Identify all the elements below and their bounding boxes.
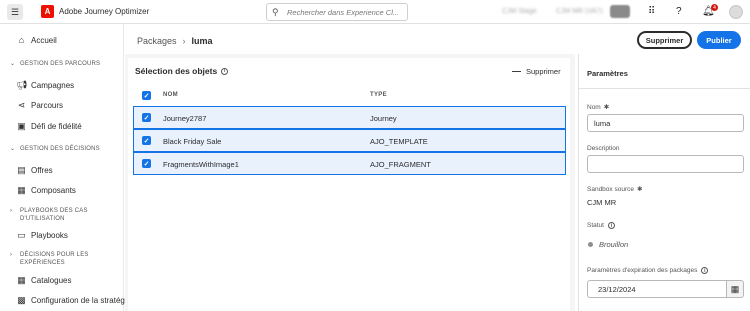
row-type: AJO_FRAGMENT [370,160,431,169]
sidebar-item-label: Accueil [31,35,57,45]
journey-icon: ⋖ [17,100,26,110]
chevron-down-icon: ⌄ [10,61,16,67]
description-label: Description [587,145,620,152]
status-value: Brouillon [599,240,629,249]
table-row[interactable]: ✓ FragmentsWithImage1 AJO_FRAGMENT [133,152,566,175]
search-box[interactable]: ⚲ [266,3,408,21]
breadcrumb-current: luma [191,36,213,46]
selection-title: Sélection des objets i [135,66,229,76]
sandbox-badge [610,5,630,18]
publish-button[interactable]: Publier [697,31,741,49]
status-label: Statut i [587,222,615,229]
panel-divider [578,88,750,89]
sidebar-item-playbooks[interactable]: ▭ Playbooks [16,230,68,241]
search-input[interactable] [287,6,405,18]
sidebar-item-loyalty[interactable]: ▣ Défi de fidélité [16,121,81,132]
name-label: Nom ✱ [587,103,610,112]
remove-selection-button[interactable]: — Supprimer [512,66,561,76]
sandbox-label: Sandbox source ✱ [587,185,643,194]
row-name: FragmentsWithImage1 [163,160,239,169]
description-field[interactable] [587,155,744,173]
sidebar-item-offers[interactable]: ▤ Offres [16,165,52,176]
expiry-date-field[interactable] [587,280,727,298]
breadcrumb: Packages › luma [137,36,213,46]
home-icon: ⌂ [18,35,25,45]
delete-button[interactable]: Supprimer [637,31,692,49]
row-name: Black Friday Sale [163,137,222,146]
offers-icon: ▤ [17,165,26,175]
row-name: Journey2787 [163,114,207,123]
required-icon: ✱ [636,186,643,193]
table-header: ✓ NOM TYPE [133,88,566,103]
column-header-name[interactable]: NOM [163,92,178,98]
select-all-checkbox[interactable]: ✓ [142,91,151,100]
breadcrumb-root[interactable]: Packages [137,36,177,46]
adobe-logo: A [41,5,54,18]
sidebar-item-campaigns[interactable]: 📢︎ Campagnes [16,80,74,91]
info-icon[interactable]: i [701,267,709,274]
sidebar-section-journeys[interactable]: ⌄ GESTION DES PARCOURS [10,61,100,69]
org-switcher[interactable]: CJM Stage [502,8,537,15]
minus-icon: — [512,66,521,76]
chevron-down-icon: ⌄ [10,146,16,152]
apps-grid-icon[interactable]: ⠿ [648,6,655,17]
components-icon: ▦ [17,185,26,195]
name-field[interactable] [587,114,744,132]
row-type: Journey [370,114,397,123]
table-row[interactable]: ✓ Black Friday Sale AJO_TEMPLATE [133,129,566,152]
search-icon: ⚲ [272,7,279,17]
table-row[interactable]: ✓ Journey2787 Journey [133,106,566,129]
top-bar: ☰ A Adobe Journey Optimizer ⚲ CJM Stage … [0,0,750,24]
sidebar-item-home[interactable]: ⌂ Accueil [16,35,57,45]
row-checkbox[interactable]: ✓ [142,136,151,145]
challenge-icon: ▣ [17,121,26,131]
strategy-icon: ▩ [17,295,26,305]
calendar-icon[interactable]: ▦ [727,280,744,298]
panel-title: Paramètres [587,69,628,78]
playbook-icon: ▭ [17,230,26,240]
avatar[interactable] [729,5,743,19]
sandbox-value: CJM MR [587,198,617,207]
expiry-label: Paramètres d'expiration des packages i [587,267,709,274]
status-dot [588,242,593,247]
catalog-icon: ▦ [17,275,26,285]
row-type: AJO_TEMPLATE [370,137,428,146]
breadcrumb-separator-icon: › [182,36,186,46]
required-icon: ✱ [603,104,610,111]
sidebar-section-playbooks[interactable]: › PLAYBOOKS DES CAS D'UTILISATION [10,208,88,223]
info-icon[interactable]: i [607,222,615,229]
chevron-right-icon: › [10,208,13,214]
menu-icon[interactable]: ☰ [7,4,23,20]
sidebar-item-catalogs[interactable]: ▦ Catalogues [16,275,71,286]
sidebar-section-experience-decisions[interactable]: › DÉCISIONS POUR LES EXPÉRIENCES [10,252,89,267]
app-title: Adobe Journey Optimizer [59,7,150,16]
notification-badge: 4 [711,4,718,11]
sidebar-section-decisions[interactable]: ⌄ GESTION DES DÉCISIONS [10,146,100,154]
row-checkbox[interactable]: ✓ [142,113,151,122]
sandbox-switcher[interactable]: CJM MR (VA7) [556,8,603,15]
help-icon[interactable]: ? [676,6,682,17]
sidebar-item-journeys[interactable]: ⋖ Parcours [16,100,63,111]
row-checkbox[interactable]: ✓ [142,159,151,168]
column-header-type[interactable]: TYPE [370,92,387,98]
megaphone-icon: 📢︎ [16,80,28,90]
chevron-right-icon: › [10,252,13,258]
sidebar-item-strategy[interactable]: ▩ Configuration de la stratégie [16,295,131,306]
sidebar-item-components[interactable]: ▦ Composants [16,185,76,196]
info-icon[interactable]: i [221,67,229,75]
